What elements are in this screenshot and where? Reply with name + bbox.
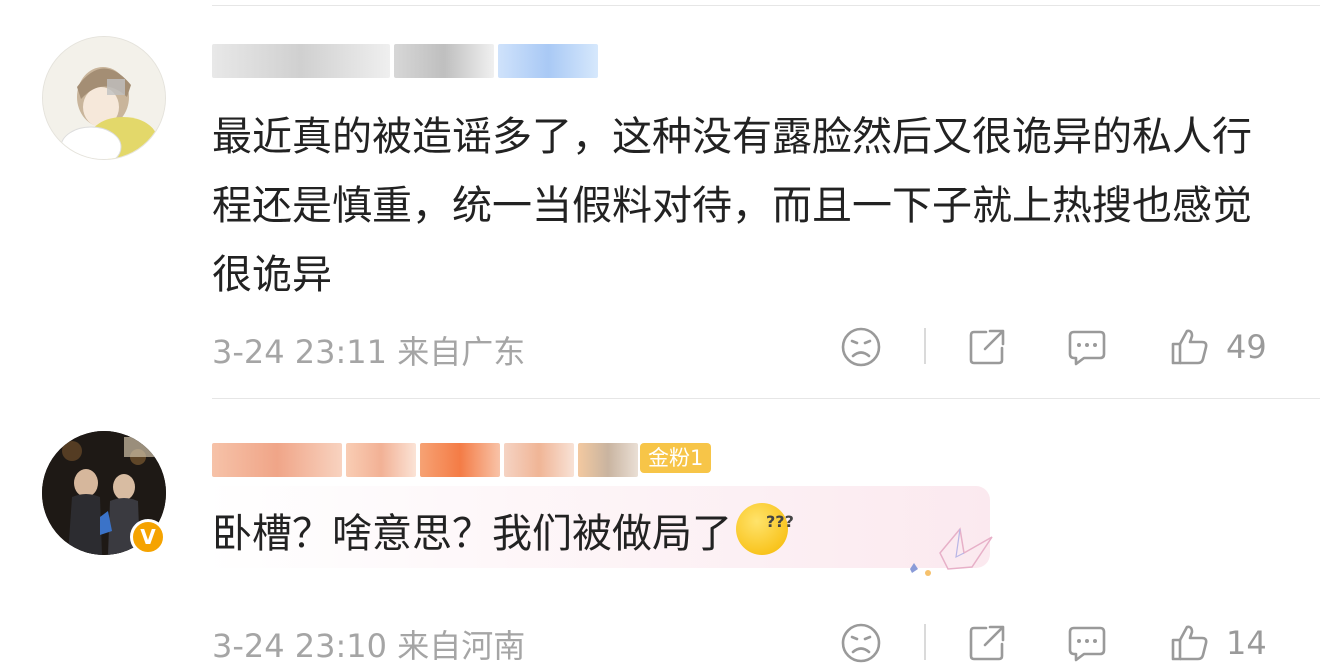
location: 来自广东: [397, 333, 526, 371]
share-icon: [969, 329, 1005, 365]
username[interactable]: [212, 40, 602, 80]
share-button[interactable]: [966, 322, 1008, 372]
blurred-name: [498, 43, 598, 78]
blurred-name: [394, 43, 494, 78]
share-icon: [969, 625, 1005, 661]
like-count: 49: [1226, 328, 1267, 366]
username[interactable]: [212, 439, 642, 479]
action-bar: 14: [830, 618, 1290, 668]
comment-icon: [1068, 330, 1106, 366]
action-bar: 49: [830, 322, 1290, 372]
paper-crane-icon: [910, 527, 993, 576]
sad-face-icon: [841, 623, 881, 663]
reply-button[interactable]: [1066, 618, 1108, 668]
blurred-name: [212, 442, 342, 477]
timestamp: 3-24 23:11: [212, 333, 388, 371]
dislike-button[interactable]: [840, 618, 882, 668]
thumbs-up-icon: [1171, 329, 1208, 365]
blurred-name: [420, 442, 500, 477]
separator: [924, 328, 926, 364]
like-count: 14: [1226, 624, 1267, 662]
comment-meta: 3-24 23:11 来自广东: [212, 327, 525, 373]
like-button[interactable]: 49: [1168, 322, 1267, 372]
location: 来自河南: [397, 627, 526, 665]
blurred-name: [346, 442, 416, 477]
comment-text: 最近真的被造谣多了，这种没有露脸然后又很诡异的私人行程还是慎重，统一当假料对待，…: [212, 114, 1252, 298]
fan-badge: 金粉1: [640, 443, 712, 473]
comment-text: 卧槽？啥意思？我们被做局了???: [212, 500, 1260, 569]
blurred-name: [504, 442, 574, 477]
verified-badge: V: [130, 519, 166, 555]
avatar[interactable]: [42, 36, 166, 160]
comment-icon: [1068, 626, 1106, 662]
blurred-name: [578, 442, 638, 477]
reply-button[interactable]: [1066, 322, 1108, 372]
separator: [924, 624, 926, 660]
comment-text-content: 卧槽？啥意思？我们被做局了: [212, 511, 732, 557]
timestamp: 3-24 23:10: [212, 627, 388, 665]
emoji-sleepy-icon: ???: [736, 503, 794, 555]
comment-item: 最近真的被造谣多了，这种没有露脸然后又很诡异的私人行程还是慎重，统一当假料对待，…: [0, 0, 1320, 398]
thumbs-up-icon: [1171, 625, 1208, 661]
dislike-button[interactable]: [840, 322, 882, 372]
blurred-name: [212, 43, 390, 78]
comment-meta: 3-24 23:10 来自河南: [212, 621, 525, 667]
sad-face-icon: [841, 327, 881, 367]
share-button[interactable]: [966, 618, 1008, 668]
like-button[interactable]: 14: [1168, 618, 1267, 668]
comment-item: V 金粉1 卧槽？啥意思？我们被做局了??? 3-24 23:10 来自河南 1…: [0, 399, 1320, 665]
